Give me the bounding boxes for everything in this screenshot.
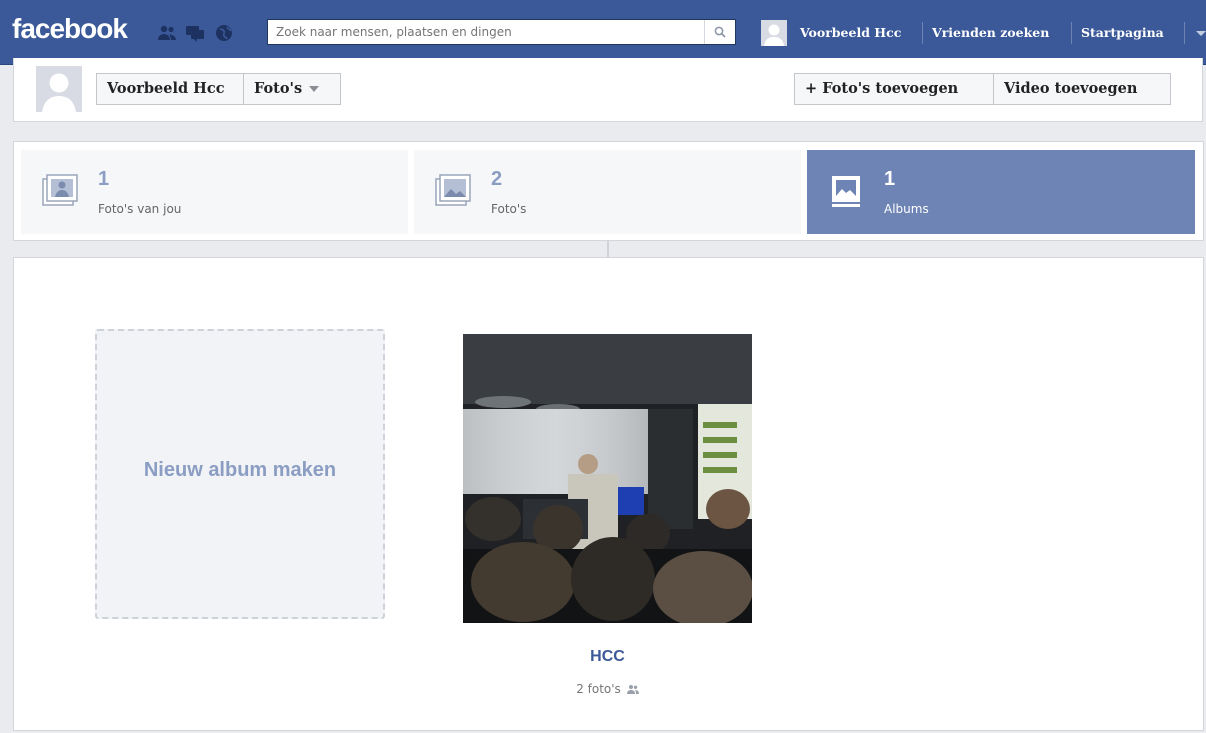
friend-requests-icon[interactable] (157, 24, 177, 42)
profile-picture[interactable] (36, 66, 82, 112)
album-cover-photo (463, 334, 752, 623)
find-friends-link[interactable]: Vrienden zoeken (932, 23, 1049, 43)
albums-grid: Nieuw album maken HCC 2 foto's (13, 257, 1204, 731)
friends-privacy-icon[interactable] (626, 684, 639, 695)
create-album-button[interactable]: Nieuw album maken (95, 329, 385, 619)
photos-dropdown-button[interactable]: Foto's (243, 73, 341, 105)
nav-divider (922, 22, 923, 44)
messages-icon[interactable] (185, 24, 205, 42)
search-box (267, 19, 736, 45)
albums-icon (832, 176, 860, 207)
notifications-globe-icon[interactable] (214, 24, 234, 42)
profile-link[interactable]: Voorbeeld Hcc (800, 23, 901, 43)
nav-divider (1071, 22, 1072, 44)
album-title-link[interactable]: HCC (463, 648, 752, 666)
photos-dropdown-label: Foto's (254, 80, 303, 97)
facebook-logo[interactable]: facebook (12, 14, 128, 44)
create-album-label: Nieuw album maken (143, 459, 337, 481)
photos-icon (435, 174, 471, 206)
top-navigation-bar: facebook Voorbeeld Hcc Vrienden zoeken S… (0, 0, 1206, 65)
add-photos-button[interactable]: + Foto's toevoegen (794, 73, 994, 105)
account-menu-chevron-down-icon[interactable] (1196, 31, 1206, 36)
search-icon (714, 26, 726, 38)
photo-tabs: 1 Foto's van jou 2 Foto's 1 Albums (13, 141, 1204, 241)
nav-divider (1184, 22, 1185, 44)
tab-count: 2 (491, 168, 503, 190)
album-cover-hcc[interactable] (463, 334, 752, 623)
tab-label: Foto's (491, 202, 527, 216)
tab-label: Foto's van jou (98, 202, 182, 216)
tab-photos[interactable]: 2 Foto's (414, 150, 801, 234)
chevron-down-icon (309, 86, 320, 92)
tab-albums[interactable]: 1 Albums (807, 150, 1195, 234)
album-photo-count: 2 foto's (576, 682, 621, 696)
profile-name-button[interactable]: Voorbeeld Hcc (96, 73, 244, 105)
add-video-button[interactable]: Video toevoegen (993, 73, 1171, 105)
tagged-photos-icon (42, 174, 78, 206)
divider (607, 240, 609, 258)
search-input[interactable] (268, 20, 702, 44)
search-button[interactable] (704, 20, 735, 44)
album-meta: 2 foto's (463, 682, 752, 696)
tab-label: Albums (884, 202, 929, 216)
home-link[interactable]: Startpagina (1081, 23, 1164, 43)
tab-photos-of-you[interactable]: 1 Foto's van jou (21, 150, 408, 234)
tab-count: 1 (884, 168, 896, 190)
tab-count: 1 (98, 168, 110, 190)
photos-subheader: Voorbeeld Hcc Foto's + Foto's toevoegen … (13, 58, 1203, 122)
user-avatar[interactable] (761, 20, 787, 46)
